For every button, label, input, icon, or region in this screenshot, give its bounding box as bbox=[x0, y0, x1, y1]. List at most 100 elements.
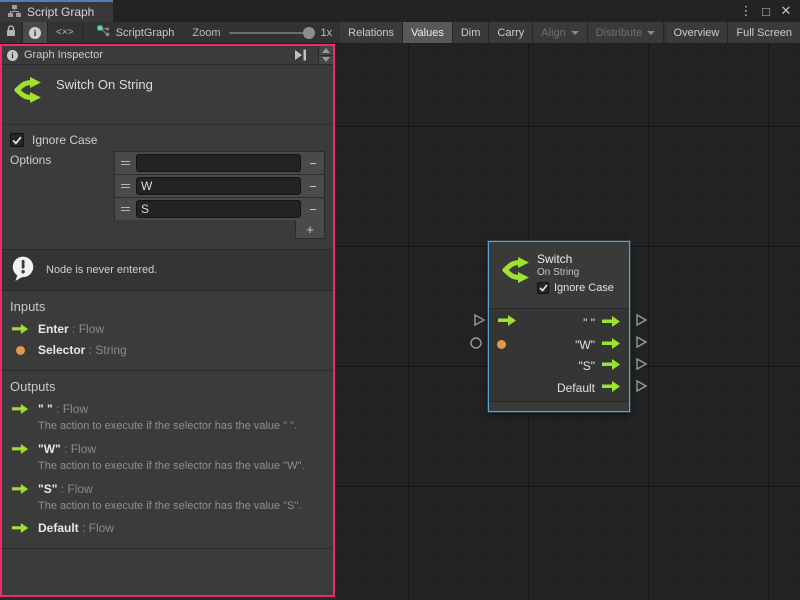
relations-button[interactable]: Relations bbox=[340, 22, 403, 43]
breadcrumb-label: ScriptGraph bbox=[116, 27, 175, 39]
drag-handle-icon[interactable] bbox=[115, 198, 135, 220]
flow-arrow-icon[interactable] bbox=[601, 358, 621, 374]
graph-icon bbox=[97, 25, 110, 40]
page-title: Switch On String bbox=[56, 73, 153, 92]
graph-inspector-panel: i Graph Inspector Switch On String bbox=[0, 44, 335, 597]
breadcrumb[interactable]: ScriptGraph bbox=[87, 22, 185, 43]
carry-button[interactable]: Carry bbox=[489, 22, 533, 43]
scroll-down-button[interactable] bbox=[319, 55, 333, 65]
inspector-header: i Graph Inspector bbox=[2, 46, 333, 65]
outputs-section: Outputs " " : Flow The action to execute… bbox=[2, 371, 333, 549]
script-graph-window: Script Graph ⋮ □ ✕ i <×> ScriptGraph bbox=[0, 0, 800, 600]
drag-handle-icon[interactable] bbox=[115, 175, 135, 197]
out-port-label: " " bbox=[583, 316, 595, 330]
value-port-icon bbox=[10, 346, 30, 355]
flow-arrow-icon[interactable] bbox=[601, 337, 621, 353]
triangle-up-icon bbox=[322, 48, 330, 53]
remove-option-button[interactable]: − bbox=[302, 198, 324, 220]
flow-arrow-icon bbox=[10, 323, 30, 335]
port-description: The action to execute if the selector ha… bbox=[38, 420, 325, 434]
info-icon: i bbox=[29, 27, 41, 39]
dropdown-arrow-icon bbox=[647, 31, 655, 35]
node-title: Switch bbox=[537, 252, 623, 266]
warning-bubble-icon bbox=[10, 255, 36, 285]
option-row: − bbox=[114, 197, 325, 220]
warning-banner: Node is never entered. bbox=[2, 249, 333, 291]
output-flow-connector[interactable] bbox=[634, 335, 648, 349]
dock-icon bbox=[294, 49, 308, 61]
option-row: − bbox=[114, 151, 325, 174]
flow-arrow-icon[interactable] bbox=[601, 380, 621, 396]
flow-arrow-icon[interactable] bbox=[601, 315, 621, 331]
node-ignore-case-checkbox[interactable] bbox=[537, 282, 549, 294]
option-value-input[interactable] bbox=[136, 154, 301, 172]
ignore-case-checkbox[interactable] bbox=[10, 133, 24, 147]
distribute-button[interactable]: Distribute bbox=[588, 22, 664, 43]
options-label: Options bbox=[10, 151, 114, 167]
option-row: − bbox=[114, 174, 325, 197]
dock-button[interactable] bbox=[290, 46, 312, 64]
inspector-title: Graph Inspector bbox=[24, 49, 103, 61]
option-value-input[interactable] bbox=[136, 177, 301, 195]
input-flow-connector[interactable] bbox=[472, 313, 486, 327]
selector-port-icon[interactable] bbox=[497, 340, 506, 349]
zoom-slider[interactable] bbox=[229, 32, 313, 34]
output-flow-connector[interactable] bbox=[634, 357, 648, 371]
out-port-label: "S" bbox=[578, 359, 595, 373]
input-value-connector[interactable] bbox=[469, 336, 483, 350]
tabbar-spacer bbox=[113, 0, 738, 22]
node-summary: Switch On String bbox=[2, 65, 333, 125]
port-description: The action to execute if the selector ha… bbox=[38, 500, 325, 514]
dim-button[interactable]: Dim bbox=[453, 22, 490, 43]
flow-arrow-icon bbox=[10, 403, 30, 415]
inspect-button[interactable]: i bbox=[23, 22, 48, 43]
scroll-up-button[interactable] bbox=[319, 46, 333, 55]
port-description: The action to execute if the selector ha… bbox=[38, 460, 325, 474]
tab-script-graph[interactable]: Script Graph bbox=[0, 0, 113, 22]
inputs-section: Inputs Enter : Flow Selector : String bbox=[2, 291, 333, 371]
switch-node-header[interactable]: Switch On String Ignore Case bbox=[489, 242, 629, 308]
graph-canvas[interactable]: Switch On String Ignore Case " " bbox=[335, 44, 800, 600]
dropdown-arrow-icon bbox=[571, 31, 579, 35]
fullscreen-button[interactable]: Full Screen bbox=[728, 22, 800, 43]
remove-option-button[interactable]: − bbox=[302, 175, 324, 197]
close-icon[interactable]: ✕ bbox=[778, 3, 794, 19]
switch-icon bbox=[498, 255, 530, 290]
node-subtitle: On String bbox=[537, 267, 623, 278]
enter-port-icon[interactable] bbox=[497, 314, 517, 332]
remove-option-button[interactable]: − bbox=[302, 152, 324, 174]
ignore-case-label: Ignore Case bbox=[32, 133, 97, 147]
align-button[interactable]: Align bbox=[533, 22, 587, 43]
values-button[interactable]: Values bbox=[403, 22, 453, 43]
output-flow-connector[interactable] bbox=[634, 379, 648, 393]
switch-icon bbox=[10, 73, 42, 112]
switch-node-footer bbox=[489, 401, 629, 411]
flow-arrow-icon bbox=[10, 483, 30, 495]
drag-handle-icon[interactable] bbox=[115, 152, 135, 174]
node-ignore-case-label: Ignore Case bbox=[554, 282, 614, 294]
zoom-slider-handle[interactable] bbox=[303, 27, 315, 39]
option-value-input[interactable] bbox=[136, 200, 301, 218]
graph-toolbar: i <×> ScriptGraph Zoom 1x Relations Valu… bbox=[0, 22, 800, 44]
maximize-icon[interactable]: □ bbox=[758, 3, 774, 19]
tab-bar: Script Graph ⋮ □ ✕ bbox=[0, 0, 800, 22]
output-flow-connector[interactable] bbox=[634, 313, 648, 327]
inspector-empty-area bbox=[2, 549, 333, 595]
triangle-down-icon bbox=[322, 57, 330, 62]
panel-scroll-control bbox=[318, 46, 333, 64]
out-port-label: "W" bbox=[575, 338, 595, 352]
zoom-value: 1x bbox=[321, 27, 333, 39]
inspector-controls: Ignore Case Options − − bbox=[2, 125, 333, 249]
zoom-label: Zoom bbox=[192, 27, 220, 39]
lock-button[interactable] bbox=[0, 22, 23, 43]
switch-node-body: " " "W" "S" bbox=[489, 308, 629, 401]
kebab-menu-icon[interactable]: ⋮ bbox=[738, 3, 754, 19]
flow-arrow-icon bbox=[10, 443, 30, 455]
switch-node[interactable]: Switch On String Ignore Case " " bbox=[488, 241, 630, 412]
out-port-label: Default bbox=[557, 381, 595, 395]
code-view-button[interactable]: <×> bbox=[48, 22, 83, 43]
hierarchy-icon bbox=[8, 5, 21, 20]
warning-text: Node is never entered. bbox=[46, 264, 157, 276]
add-option-button[interactable]: + bbox=[295, 220, 325, 239]
overview-button[interactable]: Overview bbox=[666, 22, 729, 43]
